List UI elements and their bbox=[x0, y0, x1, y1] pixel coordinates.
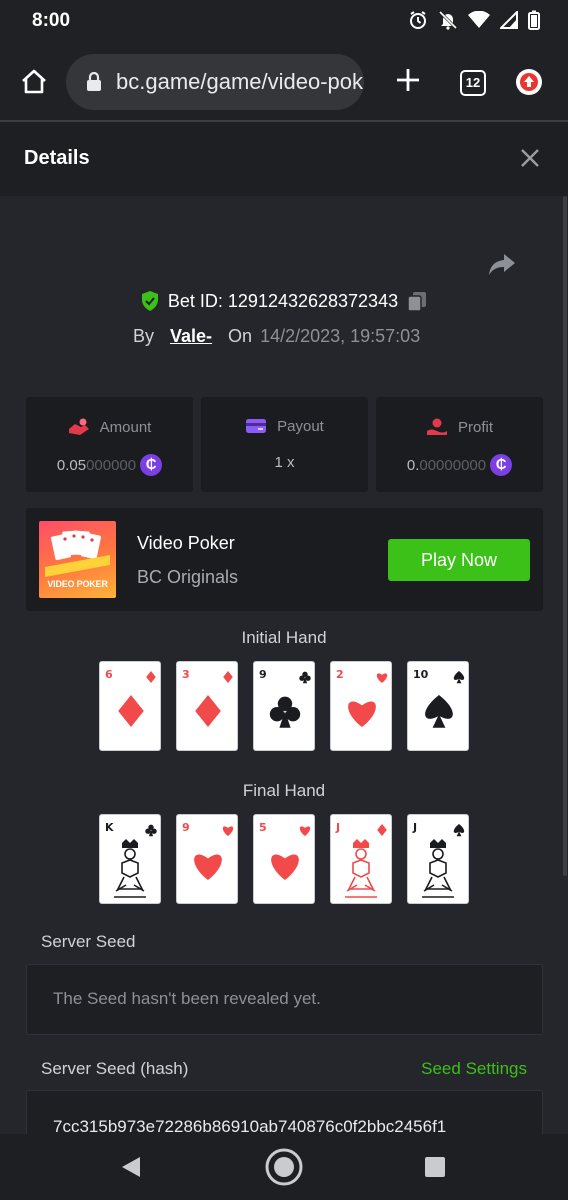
server-hash-value: 7cc315b973e72286b86910ab740876c0f2bbc245… bbox=[53, 1117, 447, 1134]
final-hand-label: Final Hand bbox=[242, 781, 326, 800]
seed-settings-link[interactable]: Seed Settings bbox=[421, 1059, 527, 1079]
verified-shield-icon bbox=[141, 291, 158, 311]
initial-hand-cards: 6 3 9 2 10 bbox=[99, 661, 469, 751]
browser-toolbar: bc.game/game/video-poker 12 bbox=[0, 44, 568, 120]
coin-icon: ₵ bbox=[490, 454, 513, 476]
profit-card: Profit 0.00000000 ₵ bbox=[376, 397, 543, 492]
amount-label: Amount bbox=[99, 418, 152, 436]
mute-icon bbox=[438, 10, 458, 30]
profit-label: Profit bbox=[457, 418, 493, 436]
user-link[interactable]: Vale- bbox=[170, 326, 212, 347]
card-rank: K bbox=[105, 821, 114, 834]
payout-card: Payout 1 x bbox=[201, 397, 368, 492]
details-content[interactable]: Bet ID: 12912432628372343 By Vale- On 14… bbox=[0, 196, 568, 1134]
amount-card: Amount 0.05000000 ₵ bbox=[26, 397, 193, 492]
playing-card: J bbox=[330, 814, 392, 904]
playing-card: 5 bbox=[253, 814, 315, 904]
game-thumbnail[interactable]: VIDEO POKER bbox=[39, 521, 116, 598]
card-rank: 9 bbox=[259, 668, 267, 681]
game-card: VIDEO POKER Video Poker BC Originals Pla… bbox=[26, 508, 543, 611]
close-icon[interactable] bbox=[520, 148, 540, 168]
status-bar: 8:00 bbox=[0, 0, 568, 44]
card-rank: 5 bbox=[259, 821, 267, 834]
amount-value-dim: 000000 bbox=[86, 456, 137, 474]
copy-icon[interactable] bbox=[406, 290, 428, 312]
card-rank: 3 bbox=[182, 668, 190, 681]
amount-icon bbox=[68, 418, 89, 435]
coin-icon: ₵ bbox=[140, 454, 163, 476]
server-hash-box[interactable]: 7cc315b973e72286b86910ab740876c0f2bbc245… bbox=[26, 1090, 543, 1134]
card-rank: 6 bbox=[105, 668, 113, 681]
playing-card: 9 bbox=[176, 814, 238, 904]
plus-icon[interactable] bbox=[394, 66, 422, 94]
update-icon[interactable] bbox=[516, 69, 542, 95]
details-title: Details bbox=[24, 147, 90, 169]
share-icon[interactable] bbox=[488, 252, 516, 276]
playing-card: J bbox=[407, 814, 469, 904]
status-time: 8:00 bbox=[32, 10, 71, 31]
card-rank: 2 bbox=[336, 668, 344, 681]
back-icon[interactable] bbox=[120, 1156, 142, 1178]
bet-meta-row: By Vale- On 14/2/2023, 19:57:03 bbox=[133, 326, 420, 347]
server-hash-label: Server Seed (hash) bbox=[41, 1059, 189, 1078]
profit-value-dim: 00000000 bbox=[419, 456, 487, 474]
status-icons bbox=[408, 10, 540, 30]
profit-value: 0. bbox=[406, 456, 420, 474]
home-icon[interactable] bbox=[18, 66, 50, 98]
wifi-icon bbox=[468, 11, 490, 28]
scrollbar[interactable] bbox=[563, 196, 567, 876]
lock-icon bbox=[87, 72, 101, 91]
tabs-button[interactable]: 12 bbox=[460, 70, 486, 96]
card-rank: 10 bbox=[413, 668, 429, 681]
card-rank: 9 bbox=[182, 821, 190, 834]
server-seed-box: The Seed hasn't been revealed yet. bbox=[26, 964, 543, 1035]
playing-card: 3 bbox=[176, 661, 238, 751]
playing-card: 6 bbox=[99, 661, 161, 751]
by-label: By bbox=[133, 326, 155, 346]
playing-card: 10 bbox=[407, 661, 469, 751]
on-label: On bbox=[228, 326, 253, 346]
playing-card: K bbox=[99, 814, 161, 904]
game-name: Video Poker bbox=[137, 533, 235, 553]
game-thumb-text: VIDEO POKER bbox=[47, 579, 108, 589]
alarm-icon bbox=[410, 11, 426, 29]
payout-value: 1 x bbox=[274, 454, 295, 471]
bet-id: Bet ID: 12912432628372343 bbox=[167, 290, 399, 311]
playing-card: 2 bbox=[330, 661, 392, 751]
card-rank: J bbox=[336, 821, 341, 834]
recents-icon[interactable] bbox=[425, 1157, 445, 1177]
signal-icon bbox=[500, 11, 518, 29]
amount-value: 0.05 bbox=[56, 456, 87, 474]
url-bar[interactable]: bc.game/game/video-poker bbox=[66, 54, 364, 110]
url-text: bc.game/game/video-poker bbox=[116, 69, 364, 94]
payout-icon bbox=[246, 419, 267, 433]
battery-icon bbox=[528, 10, 540, 30]
game-provider: BC Originals bbox=[137, 567, 239, 587]
server-seed-label: Server Seed bbox=[41, 932, 136, 951]
home-nav-icon[interactable] bbox=[264, 1147, 304, 1187]
playing-card: 9 bbox=[253, 661, 315, 751]
card-rank: J bbox=[413, 821, 418, 834]
system-nav-bar bbox=[0, 1134, 568, 1200]
bet-id-row: Bet ID: 12912432628372343 bbox=[0, 290, 568, 312]
details-header: Details bbox=[0, 122, 568, 196]
profit-icon bbox=[426, 418, 447, 435]
bet-date: 14/2/2023, 19:57:03 bbox=[260, 326, 421, 346]
final-hand-cards: K 9 5 J J bbox=[99, 814, 469, 904]
payout-label: Payout bbox=[277, 417, 324, 435]
play-now-button[interactable]: Play Now bbox=[388, 539, 530, 581]
server-seed-message: The Seed hasn't been revealed yet. bbox=[53, 989, 321, 1008]
initial-hand-label: Initial Hand bbox=[241, 628, 327, 647]
